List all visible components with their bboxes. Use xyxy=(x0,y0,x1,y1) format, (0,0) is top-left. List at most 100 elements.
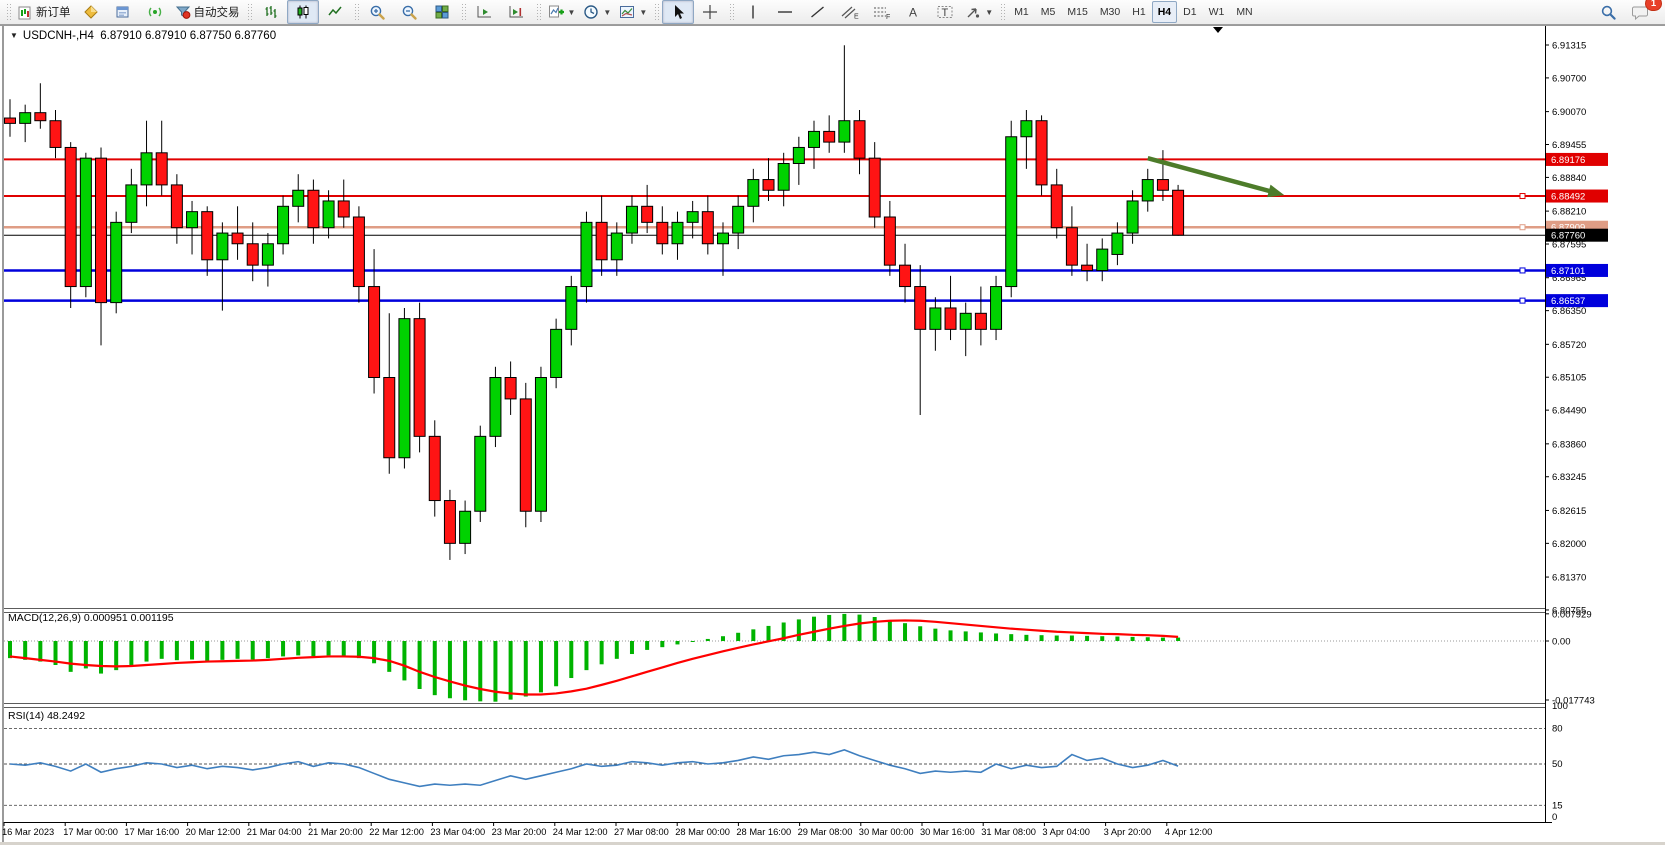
price-tick-label: 6.88210 xyxy=(1552,207,1586,218)
candle-up xyxy=(566,287,577,330)
zoom-out-button[interactable] xyxy=(394,0,426,24)
trendline-button[interactable] xyxy=(801,0,833,24)
text-button[interactable]: A xyxy=(897,0,929,24)
chat-button[interactable]: 1 xyxy=(1624,0,1656,24)
hline-button[interactable] xyxy=(769,0,801,24)
periods-button[interactable]: ▼ xyxy=(579,0,615,24)
candle-down xyxy=(429,436,440,500)
time-tick-label: 30 Mar 16:00 xyxy=(920,827,975,837)
tile-windows-button[interactable] xyxy=(426,0,458,24)
timeframe-H4[interactable]: H4 xyxy=(1152,1,1177,23)
toolbar-grip[interactable] xyxy=(729,3,734,21)
candle-up xyxy=(717,233,728,244)
candle-down xyxy=(232,233,243,244)
time-tick-label: 23 Mar 04:00 xyxy=(430,827,485,837)
chart-canvas[interactable]: 6.913156.907006.900706.894556.888406.882… xyxy=(0,0,1665,845)
candle-up xyxy=(535,378,546,512)
price-badge-text: 6.89176 xyxy=(1551,155,1585,166)
candle-up xyxy=(672,222,683,243)
price-tick-label: 6.85720 xyxy=(1552,340,1586,351)
timeframe-M1[interactable]: M1 xyxy=(1008,1,1035,23)
toolbar-grip[interactable] xyxy=(6,3,11,21)
time-tick-label: 3 Apr 20:00 xyxy=(1104,827,1152,837)
rsi-axis-label: 50 xyxy=(1552,759,1563,770)
time-tick-label: 3 Apr 04:00 xyxy=(1042,827,1090,837)
data-window-button[interactable] xyxy=(107,0,139,24)
candle-down xyxy=(945,308,956,329)
timeframe-D1[interactable]: D1 xyxy=(1177,1,1202,23)
time-tick-label: 17 Mar 00:00 xyxy=(63,827,118,837)
timeframe-M30[interactable]: M30 xyxy=(1094,1,1126,23)
candle-up xyxy=(611,233,622,260)
horizontal-line-icon xyxy=(776,4,794,20)
line-chart-button[interactable] xyxy=(319,0,351,24)
zoom-in-icon xyxy=(369,4,386,21)
chart-shift-icon xyxy=(508,4,525,20)
timeframe-H1[interactable]: H1 xyxy=(1126,1,1151,23)
candle-up xyxy=(278,206,289,243)
zoom-in-button[interactable] xyxy=(362,0,394,24)
level-handle-6.88492[interactable] xyxy=(1520,194,1525,199)
candle-down xyxy=(5,118,16,123)
candle-down xyxy=(1082,265,1093,270)
time-tick-label: 24 Mar 12:00 xyxy=(553,827,608,837)
cursor-button[interactable] xyxy=(662,0,694,24)
price-badge-text: 6.87101 xyxy=(1551,266,1585,277)
candle-up xyxy=(551,329,562,377)
crosshair-icon xyxy=(702,4,718,20)
timeframe-W1[interactable]: W1 xyxy=(1203,1,1231,23)
svg-text:F: F xyxy=(886,14,890,20)
new-order-button[interactable]: 新订单 xyxy=(14,0,75,24)
candle-up xyxy=(141,153,152,185)
candle-down xyxy=(96,158,107,302)
level-handle-6.87909[interactable] xyxy=(1520,225,1525,230)
time-tick-label: 29 Mar 08:00 xyxy=(798,827,853,837)
rsi-axis-label: 80 xyxy=(1552,724,1563,735)
level-handle-6.87101[interactable] xyxy=(1520,268,1525,273)
svg-text:E: E xyxy=(854,14,859,21)
toolbar-grip[interactable] xyxy=(536,3,541,21)
chart-shift-button[interactable] xyxy=(501,0,533,24)
toolbar-grip[interactable] xyxy=(654,3,659,21)
search-button[interactable] xyxy=(1592,0,1624,24)
autotrade-icon xyxy=(175,4,191,20)
toolbar-grip[interactable] xyxy=(354,3,359,21)
level-handle-6.86537[interactable] xyxy=(1520,298,1525,303)
channel-button[interactable]: E xyxy=(833,0,865,24)
crosshair-button[interactable] xyxy=(694,0,726,24)
collapse-chart-icon[interactable]: ▼ xyxy=(10,31,18,40)
price-badge-text: 6.87760 xyxy=(1551,231,1585,242)
zoom-out-icon xyxy=(401,4,418,21)
candle-down xyxy=(369,287,380,378)
candle-up xyxy=(793,147,804,163)
autotrade-button[interactable]: 自动交易 xyxy=(171,0,244,24)
vline-button[interactable] xyxy=(737,0,769,24)
new-order-label: 新订单 xyxy=(36,4,71,20)
svg-text:A: A xyxy=(909,6,917,20)
arrows-button[interactable]: ▼ xyxy=(961,0,997,24)
timeframe-MN[interactable]: MN xyxy=(1230,1,1258,23)
fibonacci-button[interactable]: F xyxy=(865,0,897,24)
candle-up xyxy=(1021,121,1032,137)
toolbar-grip[interactable] xyxy=(1000,3,1005,21)
timeframe-M5[interactable]: M5 xyxy=(1035,1,1062,23)
text-label-button[interactable]: T xyxy=(929,0,961,24)
bar-chart-button[interactable] xyxy=(255,0,287,24)
candle-up xyxy=(399,319,410,458)
time-tick-label: 20 Mar 12:00 xyxy=(186,827,241,837)
navigator-button[interactable] xyxy=(139,0,171,24)
line-chart-icon xyxy=(327,4,343,20)
price-tick-label: 6.84490 xyxy=(1552,406,1586,417)
toolbar-grip[interactable] xyxy=(461,3,466,21)
candle-down xyxy=(657,222,668,243)
templates-button[interactable]: ▼ xyxy=(615,0,651,24)
auto-scroll-button[interactable] xyxy=(469,0,501,24)
candle-up xyxy=(80,158,91,286)
candle-chart-button[interactable] xyxy=(287,0,319,24)
macd-axis-label: 0.00 xyxy=(1552,637,1571,648)
indicators-button[interactable]: ▼ xyxy=(544,0,580,24)
market-watch-button[interactable] xyxy=(75,0,107,24)
candle-down xyxy=(869,158,880,217)
toolbar-grip[interactable] xyxy=(247,3,252,21)
timeframe-M15[interactable]: M15 xyxy=(1061,1,1093,23)
